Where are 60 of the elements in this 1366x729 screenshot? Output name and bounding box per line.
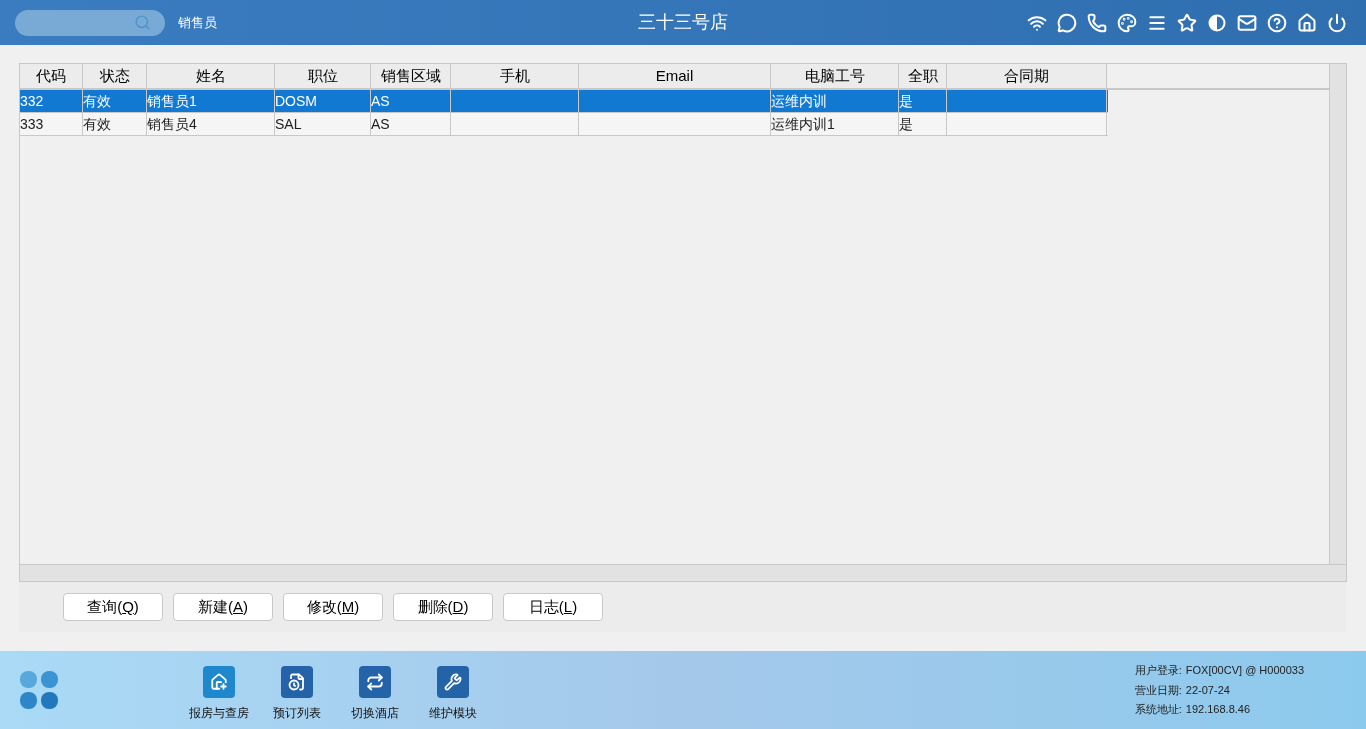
column-header[interactable]: Email xyxy=(579,64,771,88)
table-row[interactable]: 333 有效 销售员4 SAL AS 运维内训1 是 xyxy=(20,113,1108,136)
table-cell: 有效 xyxy=(83,113,147,135)
help-icon[interactable] xyxy=(1267,12,1287,33)
dock-button[interactable]: 预订列表 xyxy=(270,666,324,722)
column-header[interactable]: 手机 xyxy=(451,64,579,88)
table-cell: 333 xyxy=(20,113,83,135)
table-cell: 运维内训1 xyxy=(771,113,899,135)
power-icon[interactable] xyxy=(1327,12,1347,33)
table-row[interactable]: 332 有效 销售员1 DOSM AS 运维内训 是 xyxy=(20,90,1108,113)
table-cell: DOSM xyxy=(275,90,371,112)
home-icon[interactable] xyxy=(1297,12,1317,33)
column-header[interactable]: 销售区域 xyxy=(371,64,451,88)
table-cell: 销售员4 xyxy=(147,113,275,135)
column-header[interactable]: 合同期 xyxy=(947,64,1107,88)
toolbar-button[interactable]: 删除(D) xyxy=(393,593,493,621)
column-header[interactable]: 姓名 xyxy=(147,64,275,88)
table-cell: 是 xyxy=(899,113,947,135)
table-cell: 332 xyxy=(20,90,83,112)
document-clock-icon xyxy=(281,666,313,698)
table-cell: 有效 xyxy=(83,90,147,112)
toolbar-button[interactable]: 查询(Q) xyxy=(63,593,163,621)
column-header[interactable]: 电脑工号 xyxy=(771,64,899,88)
palette-icon[interactable] xyxy=(1117,12,1137,33)
table-cell: 运维内训 xyxy=(771,90,899,112)
module-title: 销售员 xyxy=(178,13,217,32)
status-value: FOX[00CV] @ H000033 xyxy=(1185,663,1304,679)
vertical-scrollbar[interactable] xyxy=(1329,64,1346,564)
chat-icon[interactable] xyxy=(1057,12,1077,33)
status-value: 22-07-24 xyxy=(1185,682,1230,698)
table-cell: SAL xyxy=(275,113,371,135)
dock-button[interactable]: 切换酒店 xyxy=(348,666,402,722)
half-circle-icon[interactable] xyxy=(1207,12,1227,33)
toolbar-button[interactable]: 日志(L) xyxy=(503,593,603,621)
star-icon[interactable] xyxy=(1177,12,1197,33)
mail-icon[interactable] xyxy=(1237,12,1257,33)
status-value: 192.168.8.46 xyxy=(1185,702,1251,718)
status-label: 营业日期: xyxy=(1134,682,1182,698)
search-icon xyxy=(134,14,151,31)
search-field[interactable] xyxy=(15,9,165,36)
column-header[interactable]: 代码 xyxy=(20,64,83,88)
table-cell: AS xyxy=(371,90,451,112)
clover-logo-icon xyxy=(20,671,58,709)
table-cell: AS xyxy=(371,113,451,135)
horizontal-scrollbar[interactable] xyxy=(20,564,1346,581)
column-header[interactable]: 状态 xyxy=(83,64,147,88)
toolbar-button[interactable]: 新建(A) xyxy=(173,593,273,621)
column-header[interactable]: 全职 xyxy=(899,64,947,88)
table-cell: 是 xyxy=(899,90,947,112)
phone-icon[interactable] xyxy=(1087,12,1107,33)
table-cell: 销售员1 xyxy=(147,90,275,112)
window-title: 三十三号店 xyxy=(638,11,728,34)
toolbar-button[interactable]: 修改(M) xyxy=(283,593,383,621)
status-label: 系统地址: xyxy=(1134,702,1182,718)
house-icon xyxy=(203,666,235,698)
dock-button[interactable]: 维护模块 xyxy=(426,666,480,722)
column-header[interactable]: 职位 xyxy=(275,64,371,88)
wrench-icon xyxy=(437,666,469,698)
status-label: 用户登录: xyxy=(1134,663,1182,679)
swap-arrows-icon xyxy=(359,666,391,698)
